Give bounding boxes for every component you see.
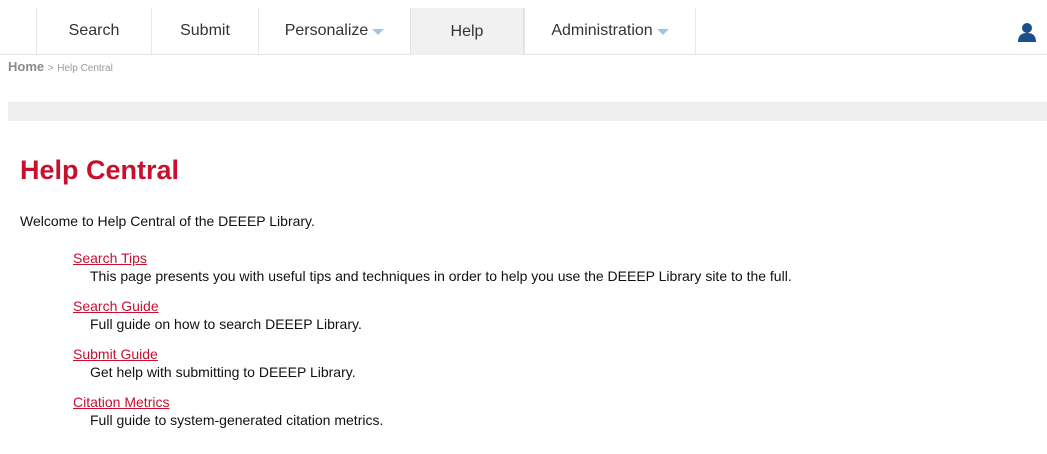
tab-personalize-label: Personalize	[284, 22, 369, 39]
help-item-description: Full guide to system-generated citation …	[90, 412, 384, 428]
search-tips-link[interactable]: Search Tips	[73, 250, 147, 266]
chevron-down-icon	[656, 29, 669, 35]
search-guide-link[interactable]: Search Guide	[73, 298, 159, 314]
tab-search[interactable]: Search	[36, 8, 151, 54]
page: Search Submit Personalize Help Administr…	[0, 0, 1047, 454]
chevron-down-icon	[372, 29, 385, 35]
list-item: Citation Metrics Full guide to system-ge…	[73, 394, 792, 429]
help-item-description: Full guide on how to search DEEEP Librar…	[90, 316, 362, 332]
list-item: Search Guide Full guide on how to search…	[73, 298, 792, 333]
tab-help-label: Help	[450, 22, 484, 40]
help-topics-list: Search Tips This page presents you with …	[73, 250, 792, 442]
breadcrumb: Home > Help Central	[8, 59, 113, 74]
citation-metrics-link[interactable]: Citation Metrics	[73, 394, 169, 410]
breadcrumb-current: Help Central	[57, 63, 113, 74]
tab-search-label: Search	[68, 22, 120, 39]
tab-administration[interactable]: Administration	[524, 8, 696, 54]
list-item: Submit Guide Get help with submitting to…	[73, 346, 792, 381]
content-header-strip	[8, 102, 1047, 121]
page-title: Help Central	[20, 155, 180, 185]
tab-submit-label: Submit	[180, 22, 230, 39]
user-icon[interactable]	[1018, 22, 1036, 42]
help-item-description: Get help with submitting to DEEEP Librar…	[90, 364, 356, 380]
tab-submit[interactable]: Submit	[151, 8, 258, 54]
submit-guide-link[interactable]: Submit Guide	[73, 346, 158, 362]
tab-help[interactable]: Help	[410, 8, 524, 55]
breadcrumb-separator: >	[47, 63, 54, 74]
intro-text: Welcome to Help Central of the DEEEP Lib…	[20, 213, 315, 229]
breadcrumb-home-link[interactable]: Home	[8, 59, 44, 74]
nav-tabs: Search Submit Personalize Help Administr…	[36, 8, 696, 55]
list-item: Search Tips This page presents you with …	[73, 250, 792, 285]
tab-administration-label: Administration	[551, 22, 653, 39]
tab-personalize[interactable]: Personalize	[258, 8, 410, 54]
top-navigation: Search Submit Personalize Help Administr…	[0, 0, 1047, 55]
help-item-description: This page presents you with useful tips …	[90, 268, 792, 284]
